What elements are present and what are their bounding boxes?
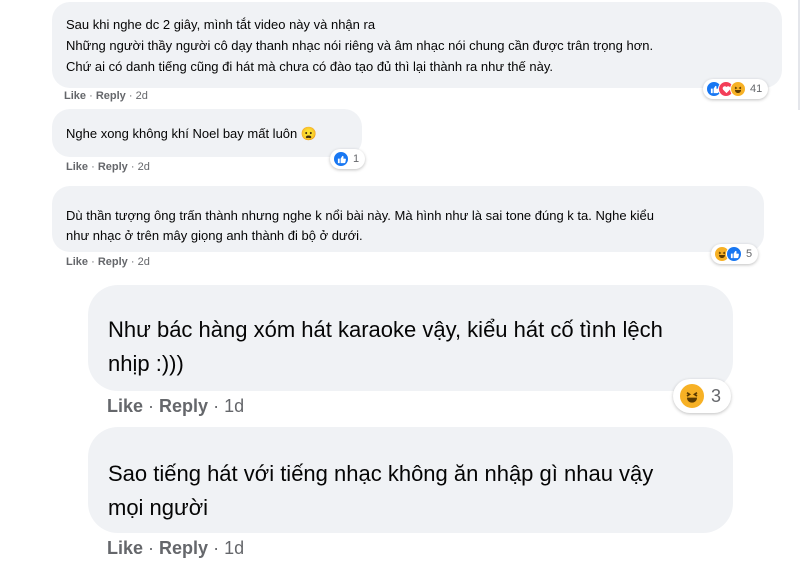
comment-text: Sau khi nghe dc 2 giây, mình tắt video n… — [66, 17, 654, 74]
comment-time[interactable]: 1d — [224, 538, 244, 558]
comment-text: Nghe xong không khí Noel bay mất luôn 😦 — [66, 126, 318, 141]
reply-button[interactable]: Reply — [96, 90, 126, 102]
comment-text: Sao tiếng hát với tiếng nhạc không ăn nh… — [108, 461, 654, 520]
comment-bubble: Như bác hàng xóm hát karaoke vậy, kiểu h… — [88, 285, 733, 391]
comment-actions: Like · Reply · 1d — [107, 396, 245, 416]
reaction-count: 5 — [746, 248, 753, 260]
comment-actions: Like · Reply · 2d — [66, 256, 150, 268]
reply-button[interactable]: Reply — [159, 538, 208, 558]
reaction-summary[interactable]: 1 — [330, 149, 366, 169]
reaction-summary[interactable]: 3 — [673, 379, 732, 413]
like-button[interactable]: Like — [107, 396, 143, 416]
reaction-summary[interactable]: 41 — [703, 79, 769, 99]
comment-time[interactable]: 2d — [138, 161, 150, 173]
comment-text: Như bác hàng xóm hát karaoke vậy, kiểu h… — [108, 317, 663, 376]
reaction-count: 3 — [711, 385, 722, 406]
comment-bubble: Nghe xong không khí Noel bay mất luôn 😦 — [52, 109, 362, 157]
like-button[interactable]: Like — [66, 161, 88, 173]
reply-button[interactable]: Reply — [98, 256, 128, 268]
haha-icon — [730, 81, 746, 97]
comment-bubble: Sao tiếng hát với tiếng nhạc không ăn nh… — [88, 427, 733, 533]
comment-actions: Like · Reply · 1d — [107, 538, 245, 558]
reply-button[interactable]: Reply — [159, 396, 208, 416]
comment-actions: Like · Reply · 2d — [64, 90, 148, 102]
comment-time[interactable]: 2d — [138, 256, 150, 268]
comment-actions: Like · Reply · 2d — [66, 161, 150, 173]
comment-time[interactable]: 1d — [224, 396, 244, 416]
haha-icon — [679, 383, 705, 409]
reaction-count: 1 — [353, 153, 360, 165]
like-button[interactable]: Like — [107, 538, 143, 558]
like-icon — [726, 246, 742, 262]
like-button[interactable]: Like — [64, 90, 86, 102]
like-button[interactable]: Like — [66, 256, 88, 268]
reaction-summary[interactable]: 5 — [711, 244, 759, 264]
comment-time[interactable]: 2d — [136, 90, 148, 102]
reply-button[interactable]: Reply — [98, 161, 128, 173]
comment-bubble: Dù thần tượng ông trấn thành nhưng nghe … — [52, 186, 764, 252]
reaction-count: 41 — [750, 83, 763, 95]
comment-bubble: Sau khi nghe dc 2 giây, mình tắt video n… — [52, 2, 782, 88]
comment-text: Dù thần tượng ông trấn thành nhưng nghe … — [66, 208, 655, 243]
like-icon — [333, 151, 349, 167]
